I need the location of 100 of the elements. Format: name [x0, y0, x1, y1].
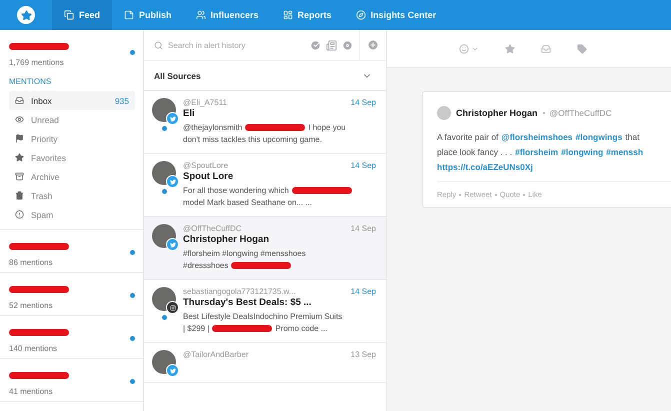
author-name: Christopher Hogan — [456, 108, 538, 118]
user-handle: @Eli_A7511 — [183, 98, 227, 107]
sidebar-item[interactable]: Priority — [9, 129, 135, 148]
item-label: Spam — [31, 210, 54, 220]
redaction-mark — [245, 124, 306, 130]
item-label: Archive — [31, 172, 60, 182]
inbox-icon — [15, 96, 24, 105]
mention-count: 52 mentions — [9, 301, 54, 310]
post-link[interactable]: https://t.co/aEZeUNs0Xj — [437, 160, 533, 175]
archive-icon — [15, 172, 24, 181]
redaction-mark — [9, 286, 69, 293]
flag-icon — [15, 134, 24, 143]
post-text: A favorite pair of — [437, 131, 498, 144]
item-count: 935 — [114, 96, 129, 106]
compass-icon — [356, 10, 366, 20]
separator-dot — [542, 112, 545, 114]
post-text: #florsheim #longwing #mensshoes — [183, 248, 306, 258]
post-text: #dressshoes — [183, 260, 228, 270]
bird-icon — [166, 364, 179, 377]
post-link[interactable]: @florsheimshoes — [501, 130, 573, 145]
post-text: don't miss tackles this upcoming game. — [183, 134, 322, 144]
bird-icon — [166, 175, 179, 188]
status-dropdown[interactable] — [459, 44, 479, 54]
bird-icon — [166, 112, 179, 125]
feed-item[interactable]: @OffTheCuffDC 14 Sep Christopher Hogan #florsheim #longwing #mensshoes #dressshoes — [144, 217, 386, 280]
post-date: 14 Sep — [350, 98, 376, 107]
nav-tab[interactable]: Feed — [52, 0, 112, 30]
item-label: Trash — [31, 190, 52, 200]
user-handle: sebastiangogola773121735.w... — [183, 287, 296, 296]
avatar-photo — [437, 106, 451, 120]
author-handle: @OffTheCuffDC — [550, 108, 612, 118]
redaction-mark — [9, 372, 69, 379]
post-title: Spout Lore — [183, 171, 234, 182]
eye-icon — [15, 115, 24, 124]
copy-icon — [64, 10, 74, 20]
post-link[interactable]: #longwings — [576, 130, 622, 145]
user-handle: @SpoutLore — [183, 161, 228, 170]
item-label: Favorites — [31, 152, 66, 162]
separator-dot — [459, 194, 462, 196]
post-text: For all those wondering which — [183, 186, 289, 194]
post-date: 14 Sep — [350, 161, 376, 170]
mention-count: 140 mentions — [9, 344, 58, 353]
nav-tab[interactable]: Reports — [270, 0, 344, 30]
nav-tab[interactable]: Insights Center — [344, 0, 448, 30]
smiley-icon — [459, 44, 469, 54]
star-logo-icon — [17, 6, 35, 24]
disc-icon[interactable] — [342, 40, 353, 50]
post-text: place look fancy . . . — [437, 146, 512, 159]
post-text: | $299 | — [183, 324, 210, 332]
post-date: 13 Sep — [350, 350, 376, 359]
search-icon — [154, 40, 163, 50]
note-icon — [124, 10, 134, 20]
bird-icon — [166, 238, 179, 251]
sidebar-item[interactable]: Inbox 935 — [9, 91, 135, 110]
redaction-mark — [9, 43, 69, 50]
add-icon[interactable] — [367, 39, 379, 51]
post-text: model Mark based Seathane on... ... — [183, 198, 312, 206]
post-text: I hope you — [308, 122, 346, 132]
mention-count: 1,769 mentions — [9, 58, 65, 67]
tag-icon[interactable] — [577, 44, 587, 54]
post-link[interactable]: #menssh — [606, 145, 644, 160]
sidebar-item[interactable]: Unread — [9, 110, 135, 129]
post-date: 14 Sep — [350, 224, 376, 233]
nav-tab[interactable]: Influencers — [184, 0, 271, 30]
redaction-mark — [212, 324, 272, 332]
users-icon — [196, 10, 206, 20]
sidebar-item[interactable]: Spam — [9, 205, 135, 224]
sidebar-item[interactable]: Trash — [9, 186, 135, 205]
separator-dot — [494, 194, 497, 196]
post-date: 14 Sep — [350, 287, 376, 296]
item-label: Unread — [31, 114, 59, 124]
alert-icon — [15, 210, 24, 219]
post-title: Thursday's Best Deals: $5 ... — [183, 297, 312, 308]
star-icon[interactable] — [505, 44, 515, 54]
nav-tab[interactable]: Publish — [112, 0, 184, 30]
post-title: Eli — [183, 108, 196, 119]
post-link[interactable]: #florsheim — [515, 145, 558, 160]
search-field[interactable]: Search in alert history — [168, 40, 305, 50]
newspaper-icon[interactable] — [326, 40, 337, 50]
user-handle: @TailorAndBarber — [183, 350, 248, 359]
user-handle: @OffTheCuffDC — [183, 224, 242, 233]
section-title: MENTIONS — [9, 77, 52, 86]
sidebar-item[interactable]: Archive — [9, 167, 135, 186]
separator-dot — [523, 194, 526, 196]
sidebar-item[interactable]: Favorites — [9, 148, 135, 167]
redaction-mark — [231, 262, 292, 268]
redaction-mark — [9, 329, 69, 336]
item-label: Inbox — [31, 96, 52, 106]
post-text: Best Lifestyle DealsIndochino Premium Suits — [183, 312, 342, 320]
trash-icon — [15, 191, 24, 200]
dashboard-icon — [282, 10, 293, 20]
redaction-mark — [9, 243, 69, 250]
inbox-icon[interactable] — [541, 44, 551, 54]
post-link[interactable]: #longwing — [561, 145, 604, 160]
post-text: @thejaylonsmith — [183, 122, 242, 132]
mention-count: 41 mentions — [9, 387, 54, 396]
camera-icon — [166, 301, 179, 314]
post-text: Promo code ... — [275, 324, 328, 332]
post-title: Christopher Hogan — [183, 234, 270, 245]
post-text: that — [625, 131, 640, 144]
